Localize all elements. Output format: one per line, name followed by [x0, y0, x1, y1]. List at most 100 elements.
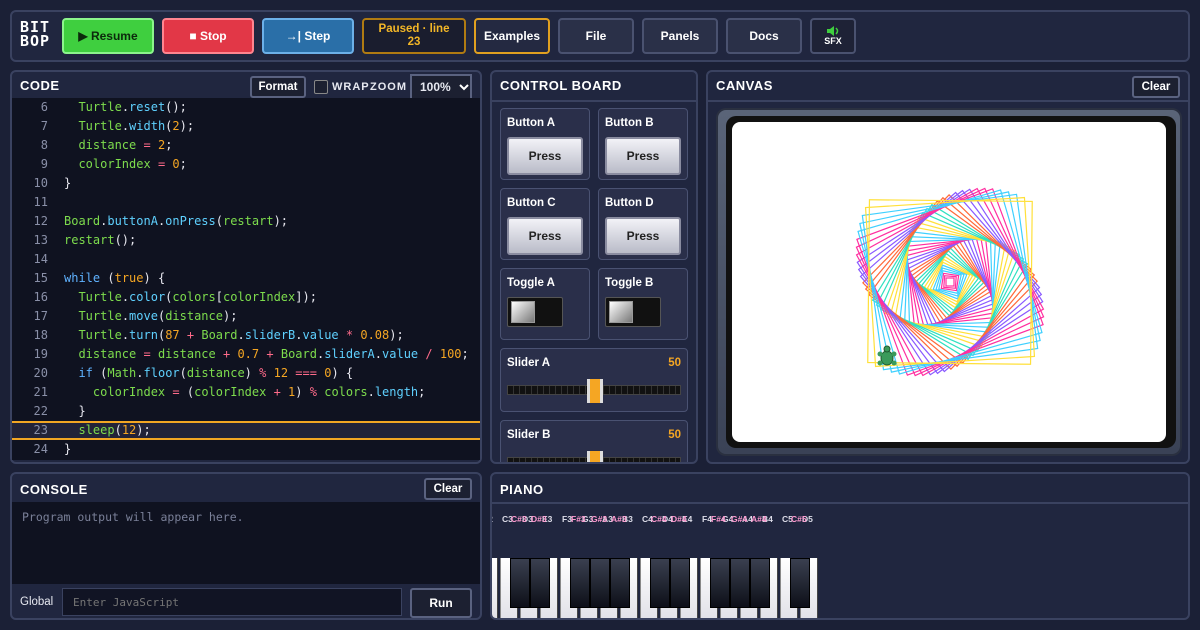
piano-panel: PIANO B2C3D3E3F3G3A3B3C4D4E4F4G4A4B4C5D5…: [490, 472, 1190, 620]
control-board-panel: CONTROL BOARD Button A Press Button B Pr…: [490, 70, 698, 464]
turtle-canvas[interactable]: [732, 122, 1166, 442]
code-line[interactable]: 23 sleep(12);: [12, 421, 480, 440]
slider-b-track[interactable]: [507, 451, 681, 462]
wrap-label: WRAP: [332, 81, 370, 93]
zoom-select[interactable]: 100%: [410, 74, 472, 100]
canvas-clear-button[interactable]: Clear: [1132, 76, 1180, 98]
note-label: B2: [492, 514, 493, 524]
console-output: Program output will appear here.: [12, 502, 480, 584]
sfx-button[interactable]: SFX: [810, 18, 856, 54]
line-number: 11: [33, 195, 48, 209]
line-text: Turtle.width(2);: [78, 119, 195, 133]
zoom-value: 100%: [420, 80, 451, 94]
title-divider: [708, 100, 1188, 102]
piano-key-c-sharp5[interactable]: [790, 558, 810, 608]
code-line[interactable]: 17 Turtle.move(distance);: [12, 307, 480, 326]
slider-a-track[interactable]: [507, 379, 681, 403]
step-button[interactable]: →| Step: [262, 18, 354, 54]
line-text: Turtle.color(colors[colorIndex]);: [78, 290, 317, 304]
piano-key-f-sharp4[interactable]: [710, 558, 730, 608]
button-c-card: Button C Press: [500, 188, 590, 260]
button-b-card: Button B Press: [598, 108, 688, 180]
toggle-a-switch[interactable]: [507, 297, 563, 327]
file-button[interactable]: File: [558, 18, 634, 54]
console-clear-button[interactable]: Clear: [424, 478, 472, 500]
console-title: CONSOLE: [20, 482, 88, 497]
button-d-press[interactable]: Press: [605, 217, 681, 255]
line-text: Turtle.reset();: [78, 100, 187, 114]
button-a-press[interactable]: Press: [507, 137, 583, 175]
piano-key-b2[interactable]: [492, 558, 498, 618]
code-line[interactable]: 14: [12, 250, 480, 269]
wrap-checkbox[interactable]: [314, 80, 328, 94]
line-number: 19: [33, 347, 48, 361]
toggle-b-switch[interactable]: [605, 297, 661, 327]
button-a-card: Button A Press: [500, 108, 590, 180]
code-line[interactable]: 15 while (true) {: [12, 269, 480, 288]
code-line[interactable]: 19 distance = distance + 0.7 + Board.sli…: [12, 345, 480, 364]
status-text: Paused · line: [378, 23, 450, 35]
format-button[interactable]: Format: [250, 76, 306, 98]
piano-key-g-sharp4[interactable]: [730, 558, 750, 608]
code-line[interactable]: 24}: [12, 440, 480, 459]
button-a-label: Button A: [507, 117, 556, 129]
button-b-label: Button B: [605, 117, 654, 129]
line-text: while (true) {: [64, 271, 166, 285]
line-number: 23: [33, 423, 48, 437]
line-number: 21: [33, 385, 48, 399]
line-text: }: [78, 404, 86, 418]
docs-button[interactable]: Docs: [726, 18, 802, 54]
code-line[interactable]: 8 distance = 2;: [12, 136, 480, 155]
piano-key-a-sharp3[interactable]: [610, 558, 630, 608]
button-c-press[interactable]: Press: [507, 217, 583, 255]
run-button[interactable]: Run: [410, 588, 472, 618]
examples-button[interactable]: Examples: [474, 18, 550, 54]
piano-key-c-sharp4[interactable]: [650, 558, 670, 608]
code-line[interactable]: 22 }: [12, 402, 480, 421]
code-line[interactable]: 21 colorIndex = (colorIndex + 1) % color…: [12, 383, 480, 402]
note-label: F#4: [711, 514, 726, 524]
line-text: distance = distance + 0.7 + Board.slider…: [78, 347, 469, 361]
zoom-label: ZOOM: [370, 81, 407, 93]
line-text: Turtle.turn(87 + Board.sliderB.value * 0…: [78, 328, 404, 342]
code-editor[interactable]: 6 Turtle.reset(); 7 Turtle.width(2); 8 dis…: [12, 98, 480, 460]
slider-b-thumb[interactable]: [587, 451, 603, 462]
piano-key-d-sharp4[interactable]: [670, 558, 690, 608]
code-line[interactable]: 18 Turtle.turn(87 + Board.sliderB.value …: [12, 326, 480, 345]
code-line[interactable]: 16 Turtle.color(colors[colorIndex]);: [12, 288, 480, 307]
piano-key-c-sharp3[interactable]: [510, 558, 530, 608]
code-line[interactable]: 7 Turtle.width(2);: [12, 117, 480, 136]
code-line[interactable]: 9 colorIndex = 0;: [12, 155, 480, 174]
piano-key-f-sharp3[interactable]: [570, 558, 590, 608]
note-label: C#4: [651, 514, 667, 524]
slider-b-card: Slider B 50: [500, 420, 688, 462]
resume-button[interactable]: ▶ Resume: [62, 18, 154, 54]
line-number: 24: [33, 442, 48, 456]
note-label: C#3: [511, 514, 527, 524]
piano-key-d-sharp3[interactable]: [530, 558, 550, 608]
code-line[interactable]: 10}: [12, 174, 480, 193]
note-label: G#3: [591, 514, 608, 524]
status-line-number: 23: [407, 36, 421, 48]
line-text: }: [64, 442, 72, 456]
line-number: 14: [33, 252, 48, 266]
code-line[interactable]: 12 Board.buttonA.onPress(restart);: [12, 212, 480, 231]
code-line[interactable]: 20 if (Math.floor(distance) % 12 === 0) …: [12, 364, 480, 383]
code-line[interactable]: 11: [12, 193, 480, 212]
code-line[interactable]: 6 Turtle.reset();: [12, 98, 480, 117]
code-line[interactable]: 13 restart();: [12, 231, 480, 250]
line-text: distance = 2;: [78, 138, 173, 152]
panels-button[interactable]: Panels: [642, 18, 718, 54]
button-b-press[interactable]: Press: [605, 137, 681, 175]
piano-key-a-sharp4[interactable]: [750, 558, 770, 608]
piano-key-g-sharp3[interactable]: [590, 558, 610, 608]
speaker-icon: [827, 26, 839, 36]
line-number: 12: [33, 214, 48, 228]
stop-button[interactable]: ■ Stop: [162, 18, 254, 54]
toggle-knob: [511, 301, 535, 323]
slider-a-thumb[interactable]: [587, 379, 603, 403]
line-number: 8: [40, 138, 48, 152]
note-label: C#5: [791, 514, 807, 524]
js-input[interactable]: [62, 588, 402, 616]
line-number: 18: [33, 328, 48, 342]
